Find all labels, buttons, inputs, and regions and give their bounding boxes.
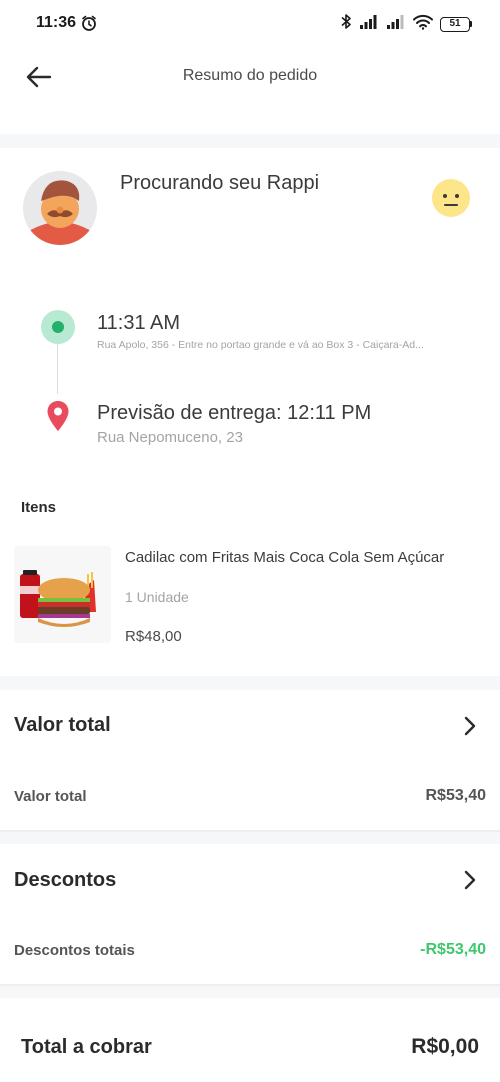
section-divider — [0, 676, 500, 690]
top-bar: Resumo do pedido — [0, 48, 500, 134]
chevron-right-icon[interactable] — [458, 714, 482, 738]
signal-icon — [359, 14, 379, 35]
delivery-eta: Previsão de entrega: 12:11 PM — [97, 402, 372, 424]
wifi-icon — [413, 14, 433, 35]
discounts-row-value: -R$53,40 — [420, 941, 486, 958]
charge-value: R$0,00 — [411, 1035, 479, 1058]
battery-icon: 51 — [440, 16, 472, 32]
total-section-title[interactable]: Valor total — [14, 714, 111, 737]
chevron-right-icon[interactable] — [458, 868, 482, 892]
courier-search-status: Procurando seu Rappi — [120, 172, 320, 194]
item-price: R$48,00 — [125, 628, 182, 645]
battery-level: 51 — [440, 16, 470, 32]
section-divider — [0, 832, 500, 844]
total-row-label: Valor total — [14, 788, 87, 805]
page-title: Resumo do pedido — [182, 67, 318, 84]
discounts-section-title[interactable]: Descontos — [14, 869, 116, 892]
pickup-address: Rua Apolo, 356 - Entre no portao grande … — [97, 339, 424, 351]
section-divider — [0, 986, 500, 998]
item-quantity: 1 Unidade — [125, 589, 189, 605]
delivery-address: Rua Nepomuceno, 23 — [97, 429, 243, 446]
discounts-row-label: Descontos totais — [14, 942, 135, 959]
status-bar: 11:36 51 — [0, 0, 500, 48]
signal-icon — [386, 14, 406, 35]
alarm-icon — [80, 14, 98, 37]
neutral-face-icon[interactable] — [431, 178, 471, 218]
status-time: 11:36 — [36, 14, 77, 31]
charge-label: Total a cobrar — [21, 1036, 152, 1058]
timeline-connector — [57, 342, 58, 394]
rappi-courier-avatar — [23, 171, 97, 245]
section-divider — [0, 134, 500, 148]
bluetooth-icon — [340, 13, 352, 35]
pickup-time: 11:31 AM — [97, 312, 181, 334]
pickup-location-icon — [41, 310, 75, 344]
item-name: Cadilac com Fritas Mais Coca Cola Sem Aç… — [125, 549, 445, 566]
item-image — [14, 546, 111, 643]
map-pin-icon — [46, 400, 70, 437]
items-heading: Itens — [21, 499, 57, 516]
total-row-value: R$53,40 — [425, 787, 487, 804]
